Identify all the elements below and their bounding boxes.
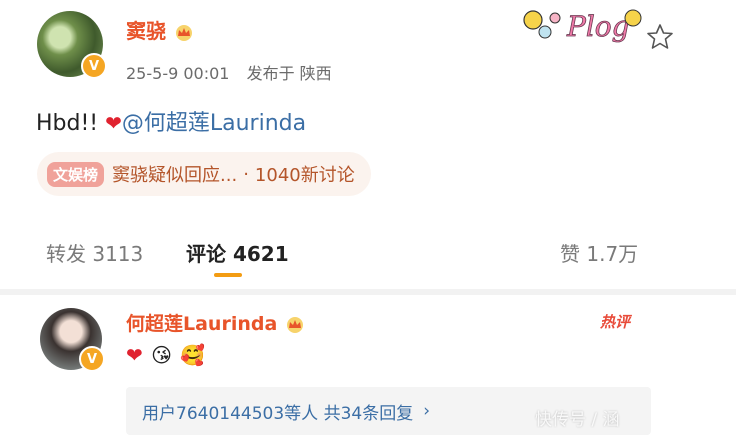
- active-tab-indicator: [214, 273, 242, 277]
- comment-author-name-text[interactable]: 何超莲Laurinda: [126, 313, 277, 335]
- heart-face-emoji-icon: 🥰: [180, 343, 206, 367]
- hot-comment-badge: 热评: [600, 313, 631, 331]
- replies-text: 用户7640144503等人 共34条回复: [142, 403, 414, 424]
- verified-icon: V: [81, 53, 107, 79]
- tab-comments[interactable]: 评论 4621: [186, 238, 289, 267]
- post-author-name[interactable]: 窦骁: [126, 15, 195, 44]
- kiss-emoji-icon: 😘: [151, 343, 172, 367]
- topic-badge: 文娱榜: [47, 161, 105, 187]
- trending-topic[interactable]: 文娱榜 窦骁疑似回应... · 1040新讨论: [37, 152, 371, 196]
- tab-likes[interactable]: 赞 1.7万: [560, 238, 638, 267]
- watermark: 快传号 / 涵: [535, 410, 620, 430]
- crown-icon: [175, 24, 192, 41]
- heart-icon: ❤: [126, 343, 143, 367]
- topic-text: 窦骁疑似回应...: [112, 165, 238, 186]
- post-date: 25-5-9 00:01: [126, 64, 230, 83]
- post-text-prefix: Hbd!!: [36, 111, 106, 136]
- comment-author-name[interactable]: 何超莲Laurinda: [126, 309, 306, 336]
- verified-icon: V: [79, 346, 105, 372]
- comment-author-avatar[interactable]: V: [40, 308, 105, 372]
- section-divider: [0, 289, 736, 295]
- chevron-right-icon: ›: [423, 401, 431, 421]
- heart-icon: ❤: [105, 111, 122, 135]
- post-meta: 25-5-9 00:01 发布于 陕西: [126, 60, 344, 84]
- plog-sticker-icon: Plog: [523, 9, 642, 43]
- topic-separator: ·: [243, 163, 249, 185]
- post-author-avatar[interactable]: V: [37, 11, 107, 79]
- svg-text:Plog: Plog: [566, 10, 630, 43]
- post-author-name-text[interactable]: 窦骁: [126, 19, 166, 43]
- tab-repost[interactable]: 转发 3113: [46, 238, 143, 267]
- mention-link[interactable]: @何超莲Laurinda: [122, 111, 306, 136]
- star-icon[interactable]: [645, 22, 675, 52]
- crown-icon: [286, 316, 303, 333]
- topic-discussions: 1040新讨论: [254, 165, 355, 186]
- post-text: Hbd!! ❤@何超莲Laurinda: [36, 105, 306, 137]
- comment-text: ❤ 😘 🥰: [126, 343, 207, 367]
- post-location: 发布于 陕西: [246, 64, 332, 83]
